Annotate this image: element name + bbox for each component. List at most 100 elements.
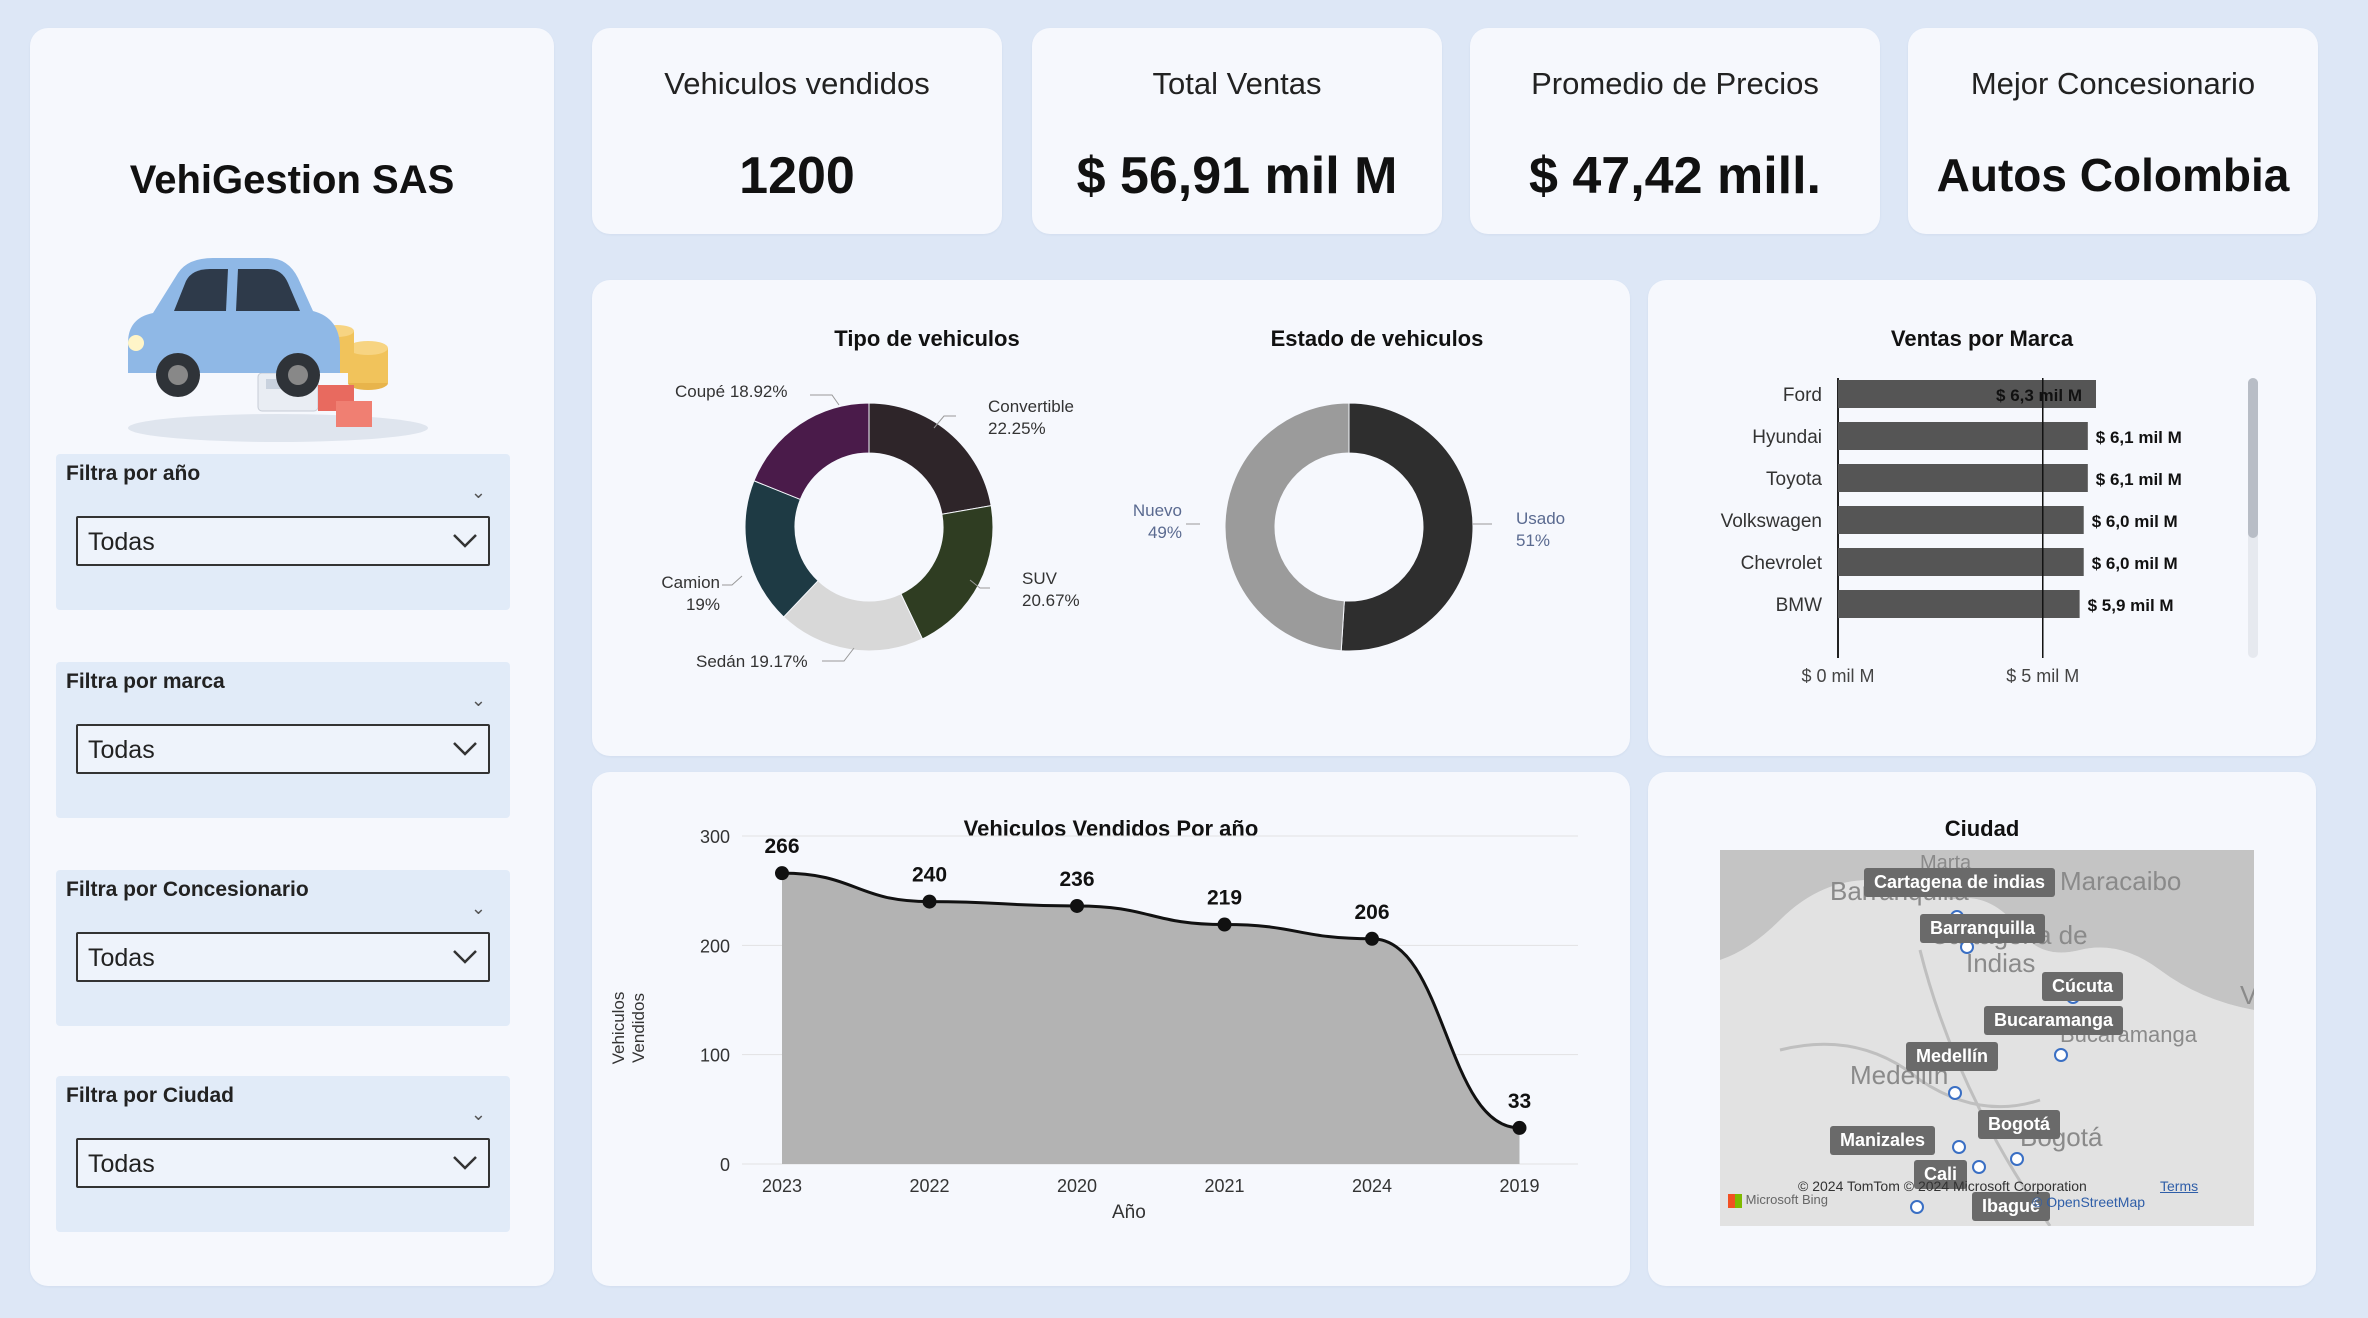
leader-line <box>722 575 743 586</box>
slice-pct: 18.92% <box>729 382 788 401</box>
kpi-value: 1200 <box>739 147 855 205</box>
dealer-select[interactable]: Todas <box>76 932 490 982</box>
kpi-card-total-sales: Total Ventas $ 56,91 mil M <box>1032 28 1442 234</box>
data-label: 206 <box>1354 901 1389 924</box>
slice-name: Usado <box>1516 509 1566 528</box>
x-tick-label: 2021 <box>1204 1176 1244 1196</box>
city-map[interactable]: Barranquilla Marta Maracaibo Cartagena d… <box>1720 850 2254 1226</box>
city-marker[interactable] <box>1952 1140 1966 1154</box>
slice-name: Nuevo <box>1132 501 1182 520</box>
kpi-card-best-dealer: Mejor Concesionario Autos Colombia <box>1908 28 2318 234</box>
city-marker[interactable] <box>2010 1152 2024 1166</box>
city-marker[interactable] <box>1910 1200 1924 1214</box>
bar-category-label: BMW <box>1776 595 1823 616</box>
brand-select-value: Todas <box>88 736 155 764</box>
estado-label: Nuevo 49% <box>1112 500 1182 544</box>
donut-slice-suv[interactable] <box>900 505 994 640</box>
chevron-down-icon <box>453 534 477 548</box>
data-label: 236 <box>1059 868 1094 891</box>
filter-year-label: Filtra por año <box>66 462 201 485</box>
bar-category-label: Ford <box>1783 385 1822 406</box>
bar-category-label: Toyota <box>1766 469 1822 490</box>
tipo-label: Convertible 22.25% <box>988 396 1074 440</box>
leader-line <box>810 394 840 406</box>
y-axis-title: Vehiculos Vendidos <box>609 991 648 1065</box>
map-town: Indias <box>1966 948 2036 978</box>
data-label: 240 <box>912 864 947 887</box>
bar-value-label: $ 6,0 mil M <box>2092 554 2178 573</box>
donut-slice-usado[interactable] <box>1340 402 1474 652</box>
bar-volkswagen[interactable] <box>1838 506 2084 534</box>
city-label: Cúcuta <box>2042 972 2124 1001</box>
slice-pct: 22.25% <box>988 419 1046 438</box>
donut-slice-convertible[interactable] <box>868 402 992 515</box>
bing-logo: Microsoft Bing <box>1728 1192 1828 1208</box>
bar-value-label: $ 6,3 mil M <box>1996 386 2082 405</box>
brand-select[interactable]: Todas <box>76 724 490 774</box>
data-point[interactable] <box>775 866 789 881</box>
yearly-sales-card: Vehiculos Vendidos Por año 0 100 200 300 266… <box>592 772 1630 1286</box>
chevron-down-icon <box>453 742 477 756</box>
filter-year: Filtra por año ⌄ Todas <box>56 454 510 610</box>
city-label: Barranquilla <box>1920 914 2046 943</box>
chevron-down-icon[interactable]: ⌄ <box>471 1104 486 1125</box>
donut-slice-nuevo[interactable] <box>1224 402 1350 652</box>
data-point[interactable] <box>922 894 937 909</box>
city-marker[interactable] <box>1948 1086 1962 1100</box>
slice-pct: 20.67% <box>1022 591 1080 610</box>
donut-charts-card: Tipo de vehiculos Estado de vehiculos Co… <box>592 280 1630 756</box>
tipo-label: SUV 20.67% <box>1022 568 1080 612</box>
chevron-down-icon[interactable]: ⌄ <box>471 482 486 503</box>
car-logo <box>128 258 428 442</box>
year-select-value: Todas <box>88 528 155 556</box>
tipo-donut <box>744 402 994 652</box>
map-attribution: © 2024 TomTom © 2024 Microsoft Corporati… <box>1798 1178 2087 1194</box>
scrollbar-thumb[interactable] <box>2248 378 2258 538</box>
city-map-card: Ciudad Barranquilla Marta Maracaibo Cart… <box>1648 772 2316 1286</box>
chevron-down-icon[interactable]: ⌄ <box>471 690 486 711</box>
bar-value-label: $ 6,1 mil M <box>2096 470 2182 489</box>
slice-name: Camion <box>661 573 720 592</box>
city-label: Medellín <box>1906 1042 1999 1071</box>
slice-pct: 51% <box>1516 531 1551 550</box>
kpi-value: $ 47,42 mill. <box>1529 147 1821 205</box>
data-point[interactable] <box>1365 931 1379 946</box>
donut-slice-coupé[interactable] <box>753 402 870 501</box>
city-select[interactable]: Todas <box>76 1138 490 1188</box>
kpi-title: Mejor Concesionario <box>1970 66 2256 101</box>
microsoft-logo-icon <box>1728 1193 1742 1208</box>
data-point[interactable] <box>1070 898 1084 913</box>
brand-title: VehiGestion SAS <box>129 158 455 202</box>
donut-svg <box>722 394 1492 662</box>
city-marker[interactable] <box>1972 1160 1986 1174</box>
x-tick-label: 2022 <box>909 1176 949 1196</box>
chevron-down-icon[interactable]: ⌄ <box>471 898 486 919</box>
map-osm-link[interactable]: © OpenStreetMap <box>2032 1194 2145 1210</box>
y-tick-label: 300 <box>700 827 730 847</box>
data-point[interactable] <box>1217 917 1232 932</box>
bar-toyota[interactable] <box>1838 464 2088 492</box>
bar-value-label: $ 6,1 mil M <box>2096 428 2182 447</box>
tipo-label: Sedán 19.17% <box>696 652 808 672</box>
data-point[interactable] <box>1512 1120 1527 1135</box>
estado-donut <box>1224 402 1474 652</box>
year-area-svg: 0 100 200 300 266 2023 240 2022 236 2020 219 2021 20… <box>700 827 1578 1196</box>
year-select[interactable]: Todas <box>76 516 490 566</box>
slice-pct: 49% <box>1147 523 1182 542</box>
y-tick-label: 100 <box>700 1046 730 1066</box>
map-town: V <box>2240 980 2254 1010</box>
filter-dealer: Filtra por Concesionario ⌄ Todas <box>56 870 510 1026</box>
map-town: Maracaibo <box>2060 866 2182 896</box>
bar-chevrolet[interactable] <box>1838 548 2084 576</box>
map-terms-link[interactable]: Terms <box>2160 1178 2198 1194</box>
x-tick-label: 2024 <box>1352 1176 1392 1196</box>
slice-name: Coupé <box>675 382 726 401</box>
bar-hyundai[interactable] <box>1838 422 2088 450</box>
sales-by-brand-card: Ventas por Marca Ford $ 6,3 mil M Hyundai $… <box>1648 280 2316 756</box>
city-marker[interactable] <box>2054 1048 2068 1062</box>
slice-name: SUV <box>1022 569 1057 588</box>
kpi-card-avg-price: Promedio de Precios $ 47,42 mill. <box>1470 28 1880 234</box>
bar-value-label: $ 6,0 mil M <box>2092 512 2178 531</box>
scrollbar[interactable] <box>2248 378 2258 658</box>
filter-dealer-label: Filtra por Concesionario <box>66 878 309 901</box>
